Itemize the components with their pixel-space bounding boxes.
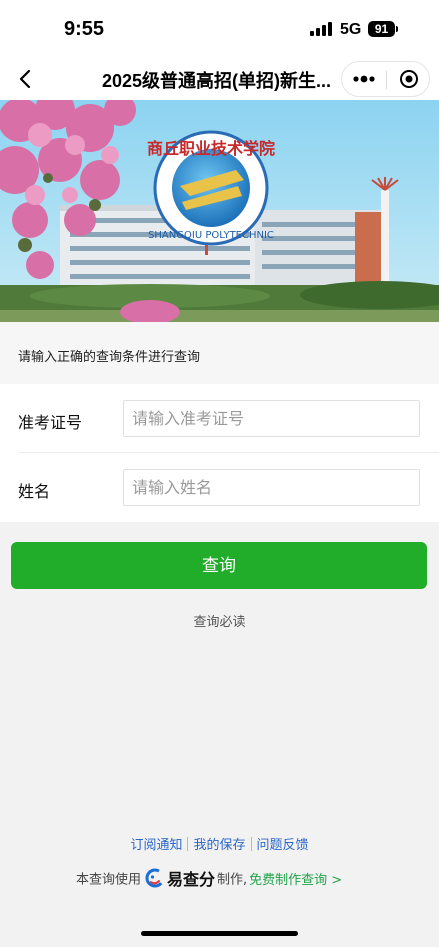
my-saved-link[interactable]: 我的保存 bbox=[188, 838, 250, 853]
back-button[interactable] bbox=[12, 63, 42, 95]
close-mini-program-button[interactable] bbox=[387, 62, 430, 96]
brand-name: 易查分 bbox=[167, 870, 216, 889]
credit-prefix: 本查询使用 bbox=[76, 872, 142, 888]
name-label: 姓名 bbox=[18, 482, 51, 501]
footer-links: 订阅通知 我的保存 问题反馈 bbox=[0, 834, 439, 853]
query-form: 准考证号 姓名 bbox=[0, 384, 439, 522]
feedback-link[interactable]: 问题反馈 bbox=[252, 838, 314, 853]
admission-number-input[interactable] bbox=[123, 400, 420, 437]
credit-line: 本查询使用 易查分 制作, 免费制作查询 > bbox=[76, 866, 342, 889]
emblem-en-text: SHANGQIU POLYTECHNIC bbox=[148, 230, 274, 241]
more-button[interactable] bbox=[342, 62, 386, 96]
status-time: 9:55 bbox=[64, 18, 105, 40]
subscribe-notify-link[interactable]: 订阅通知 bbox=[125, 838, 187, 853]
name-row: 姓名 bbox=[0, 453, 439, 522]
campus-banner: 商丘职业技术学院 SHANGQIU POLYTECHNIC bbox=[0, 100, 439, 322]
query-button[interactable]: 查询 bbox=[11, 542, 427, 589]
more-dots-icon bbox=[353, 75, 375, 83]
chevron-left-icon bbox=[19, 69, 31, 89]
home-indicator bbox=[141, 931, 298, 936]
battery-tip bbox=[396, 26, 398, 32]
signal-icon bbox=[310, 22, 334, 36]
admission-number-label: 准考证号 bbox=[18, 413, 83, 432]
campus-banner-image: 商丘职业技术学院 SHANGQIU POLYTECHNIC bbox=[0, 100, 439, 322]
emblem-cn-text: 商丘职业技术学院 bbox=[147, 139, 275, 158]
yichafen-logo-icon bbox=[145, 868, 165, 888]
mini-program-capsule bbox=[341, 61, 430, 97]
target-circle-icon bbox=[400, 70, 418, 88]
must-read-link[interactable]: 查询必读 bbox=[0, 611, 439, 630]
query-hint-section: 请输入正确的查询条件进行查询 bbox=[0, 322, 439, 384]
free-make-query-link[interactable]: 免费制作查询 > bbox=[249, 873, 342, 888]
credit-suffix: 制作, bbox=[217, 872, 248, 888]
battery-icon: 91 bbox=[368, 21, 395, 37]
nav-bar: 2025级普通高招(单招)新生... bbox=[0, 58, 439, 100]
name-input[interactable] bbox=[123, 469, 420, 506]
query-hint: 请输入正确的查询条件进行查询 bbox=[18, 350, 201, 365]
network-label: 5G bbox=[340, 21, 362, 38]
status-bar: 9:55 5G 91 bbox=[0, 0, 439, 58]
admission-number-row: 准考证号 bbox=[0, 384, 439, 453]
page-title: 2025级普通高招(单招)新生... bbox=[102, 71, 332, 91]
